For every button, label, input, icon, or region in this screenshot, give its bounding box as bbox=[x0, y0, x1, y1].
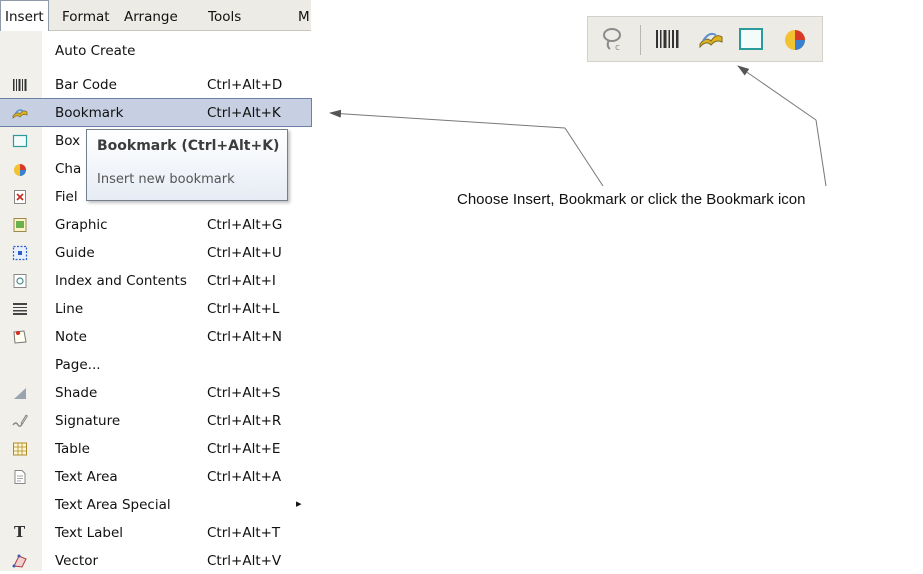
menu-item-text-area-special[interactable]: Text Area Special ▸ bbox=[0, 491, 311, 518]
menu-item-label: Bar Code bbox=[55, 77, 117, 93]
menu-item-label: Shade bbox=[55, 385, 98, 401]
menu-tools[interactable]: Tools bbox=[208, 9, 241, 25]
callout-arrow-to-menu bbox=[329, 109, 566, 129]
menu-item-graphic[interactable]: Graphic Ctrl+Alt+G bbox=[0, 211, 311, 238]
insert-menu: Auto Create Bar Code Ctrl+Alt+D Bookmark… bbox=[0, 31, 312, 574]
menu-item-label: Auto Create bbox=[55, 43, 136, 59]
menu-item-label: Cha bbox=[55, 161, 82, 177]
vector-icon bbox=[12, 554, 27, 568]
menu-item-index-and-contents[interactable]: Index and Contents Ctrl+Alt+I bbox=[0, 267, 311, 294]
menu-item-note[interactable]: Note Ctrl+Alt+N bbox=[0, 323, 311, 350]
menu-more[interactable]: M bbox=[298, 9, 310, 25]
menu-item-label: Text Area Special bbox=[55, 497, 171, 513]
menu-insert[interactable]: Insert bbox=[0, 0, 49, 31]
box-icon[interactable] bbox=[738, 26, 764, 52]
menu-item-page[interactable]: Page... bbox=[0, 351, 311, 378]
menu-item-auto-create[interactable]: Auto Create bbox=[0, 37, 311, 64]
menu-item-shortcut: Ctrl+Alt+D bbox=[207, 77, 283, 93]
menu-item-label: Text Area bbox=[55, 469, 118, 485]
shade-icon bbox=[14, 388, 26, 399]
menu-item-text-area[interactable]: Text Area Ctrl+Alt+A bbox=[0, 463, 311, 490]
field-icon bbox=[14, 190, 26, 204]
menu-item-label: Note bbox=[55, 329, 87, 345]
tooltip-description: Insert new bookmark bbox=[97, 172, 235, 187]
callout-leader-right bbox=[815, 119, 827, 187]
menu-item-label: Fiel bbox=[55, 189, 78, 205]
menu-item-shortcut: Ctrl+Alt+N bbox=[207, 329, 283, 345]
menu-item-label: Box bbox=[55, 133, 81, 149]
signature-icon bbox=[12, 414, 28, 427]
menu-item-line[interactable]: Line Ctrl+Alt+L bbox=[0, 295, 311, 322]
text-area-icon bbox=[14, 470, 26, 484]
bookmark-tooltip: Bookmark (Ctrl+Alt+K) Insert new bookmar… bbox=[86, 129, 288, 201]
insert-toolbar: c bbox=[587, 16, 823, 62]
barcode-icon[interactable] bbox=[654, 26, 680, 52]
menu-item-label: Line bbox=[55, 301, 84, 317]
menu-item-shade[interactable]: Shade Ctrl+Alt+S bbox=[0, 379, 311, 406]
menu-format[interactable]: Format bbox=[62, 9, 110, 25]
chart-icon[interactable] bbox=[782, 26, 808, 52]
menu-item-shortcut: Ctrl+Alt+E bbox=[207, 441, 281, 457]
menu-item-label: Index and Contents bbox=[55, 273, 187, 289]
menu-item-label: Signature bbox=[55, 413, 121, 429]
menu-item-vector[interactable]: Vector Ctrl+Alt+V bbox=[0, 547, 311, 574]
menu-item-shortcut: Ctrl+Alt+I bbox=[207, 273, 276, 289]
menu-item-shortcut: Ctrl+Alt+S bbox=[207, 385, 281, 401]
menu-item-shortcut: Ctrl+Alt+K bbox=[207, 105, 281, 121]
callout-arrow-to-toolbar bbox=[737, 65, 817, 121]
menu-item-text-label[interactable]: T Text Label Ctrl+Alt+T bbox=[0, 519, 311, 546]
text-label-icon: T bbox=[14, 523, 26, 541]
tooltip-title: Bookmark (Ctrl+Alt+K) bbox=[97, 138, 280, 154]
menu-item-shortcut: Ctrl+Alt+T bbox=[207, 525, 281, 541]
menu-item-label: Table bbox=[55, 441, 90, 457]
note-icon bbox=[13, 330, 27, 344]
menu-item-label: Vector bbox=[55, 553, 99, 569]
menu-item-shortcut: Ctrl+Alt+R bbox=[207, 413, 282, 429]
menu-bar: Insert Format Arrange Tools M bbox=[0, 0, 311, 31]
menu-item-label: Graphic bbox=[55, 217, 108, 233]
menu-item-shortcut: Ctrl+Alt+U bbox=[207, 245, 282, 261]
bookmark-icon bbox=[12, 109, 28, 119]
box-icon bbox=[12, 134, 28, 148]
menu-item-shortcut: Ctrl+Alt+A bbox=[207, 469, 282, 485]
menu-item-guide[interactable]: Guide Ctrl+Alt+U bbox=[0, 239, 311, 266]
menu-arrange[interactable]: Arrange bbox=[124, 9, 178, 25]
callout-text: Choose Insert, Bookmark or click the Boo… bbox=[457, 191, 806, 208]
guide-icon bbox=[12, 245, 28, 261]
menu-item-bookmark[interactable]: Bookmark Ctrl+Alt+K bbox=[0, 98, 312, 127]
svg-text:c: c bbox=[615, 43, 620, 52]
menu-item-label: Guide bbox=[55, 245, 95, 261]
menu-item-signature[interactable]: Signature Ctrl+Alt+R bbox=[0, 407, 311, 434]
menu-item-label: Page... bbox=[55, 357, 101, 373]
menu-item-label: Bookmark bbox=[55, 105, 124, 121]
menu-item-label: Text Label bbox=[55, 525, 124, 541]
line-icon bbox=[13, 303, 27, 315]
menu-item-shortcut: Ctrl+Alt+G bbox=[207, 217, 283, 233]
graphic-icon bbox=[13, 218, 27, 232]
lasso-icon[interactable]: c bbox=[600, 26, 626, 52]
callout-leader-left bbox=[564, 127, 604, 187]
submenu-arrow-icon: ▸ bbox=[296, 497, 302, 510]
menu-item-shortcut: Ctrl+Alt+L bbox=[207, 301, 280, 317]
index-icon bbox=[13, 274, 27, 288]
table-icon bbox=[13, 442, 27, 456]
toolbar-separator bbox=[640, 25, 641, 55]
menu-item-bar-code[interactable]: Bar Code Ctrl+Alt+D bbox=[0, 71, 311, 98]
barcode-icon bbox=[13, 79, 27, 91]
chart-icon bbox=[14, 164, 26, 176]
menu-item-shortcut: Ctrl+Alt+V bbox=[207, 553, 282, 569]
bookmark-icon[interactable] bbox=[698, 26, 724, 52]
menu-item-table[interactable]: Table Ctrl+Alt+E bbox=[0, 435, 311, 462]
